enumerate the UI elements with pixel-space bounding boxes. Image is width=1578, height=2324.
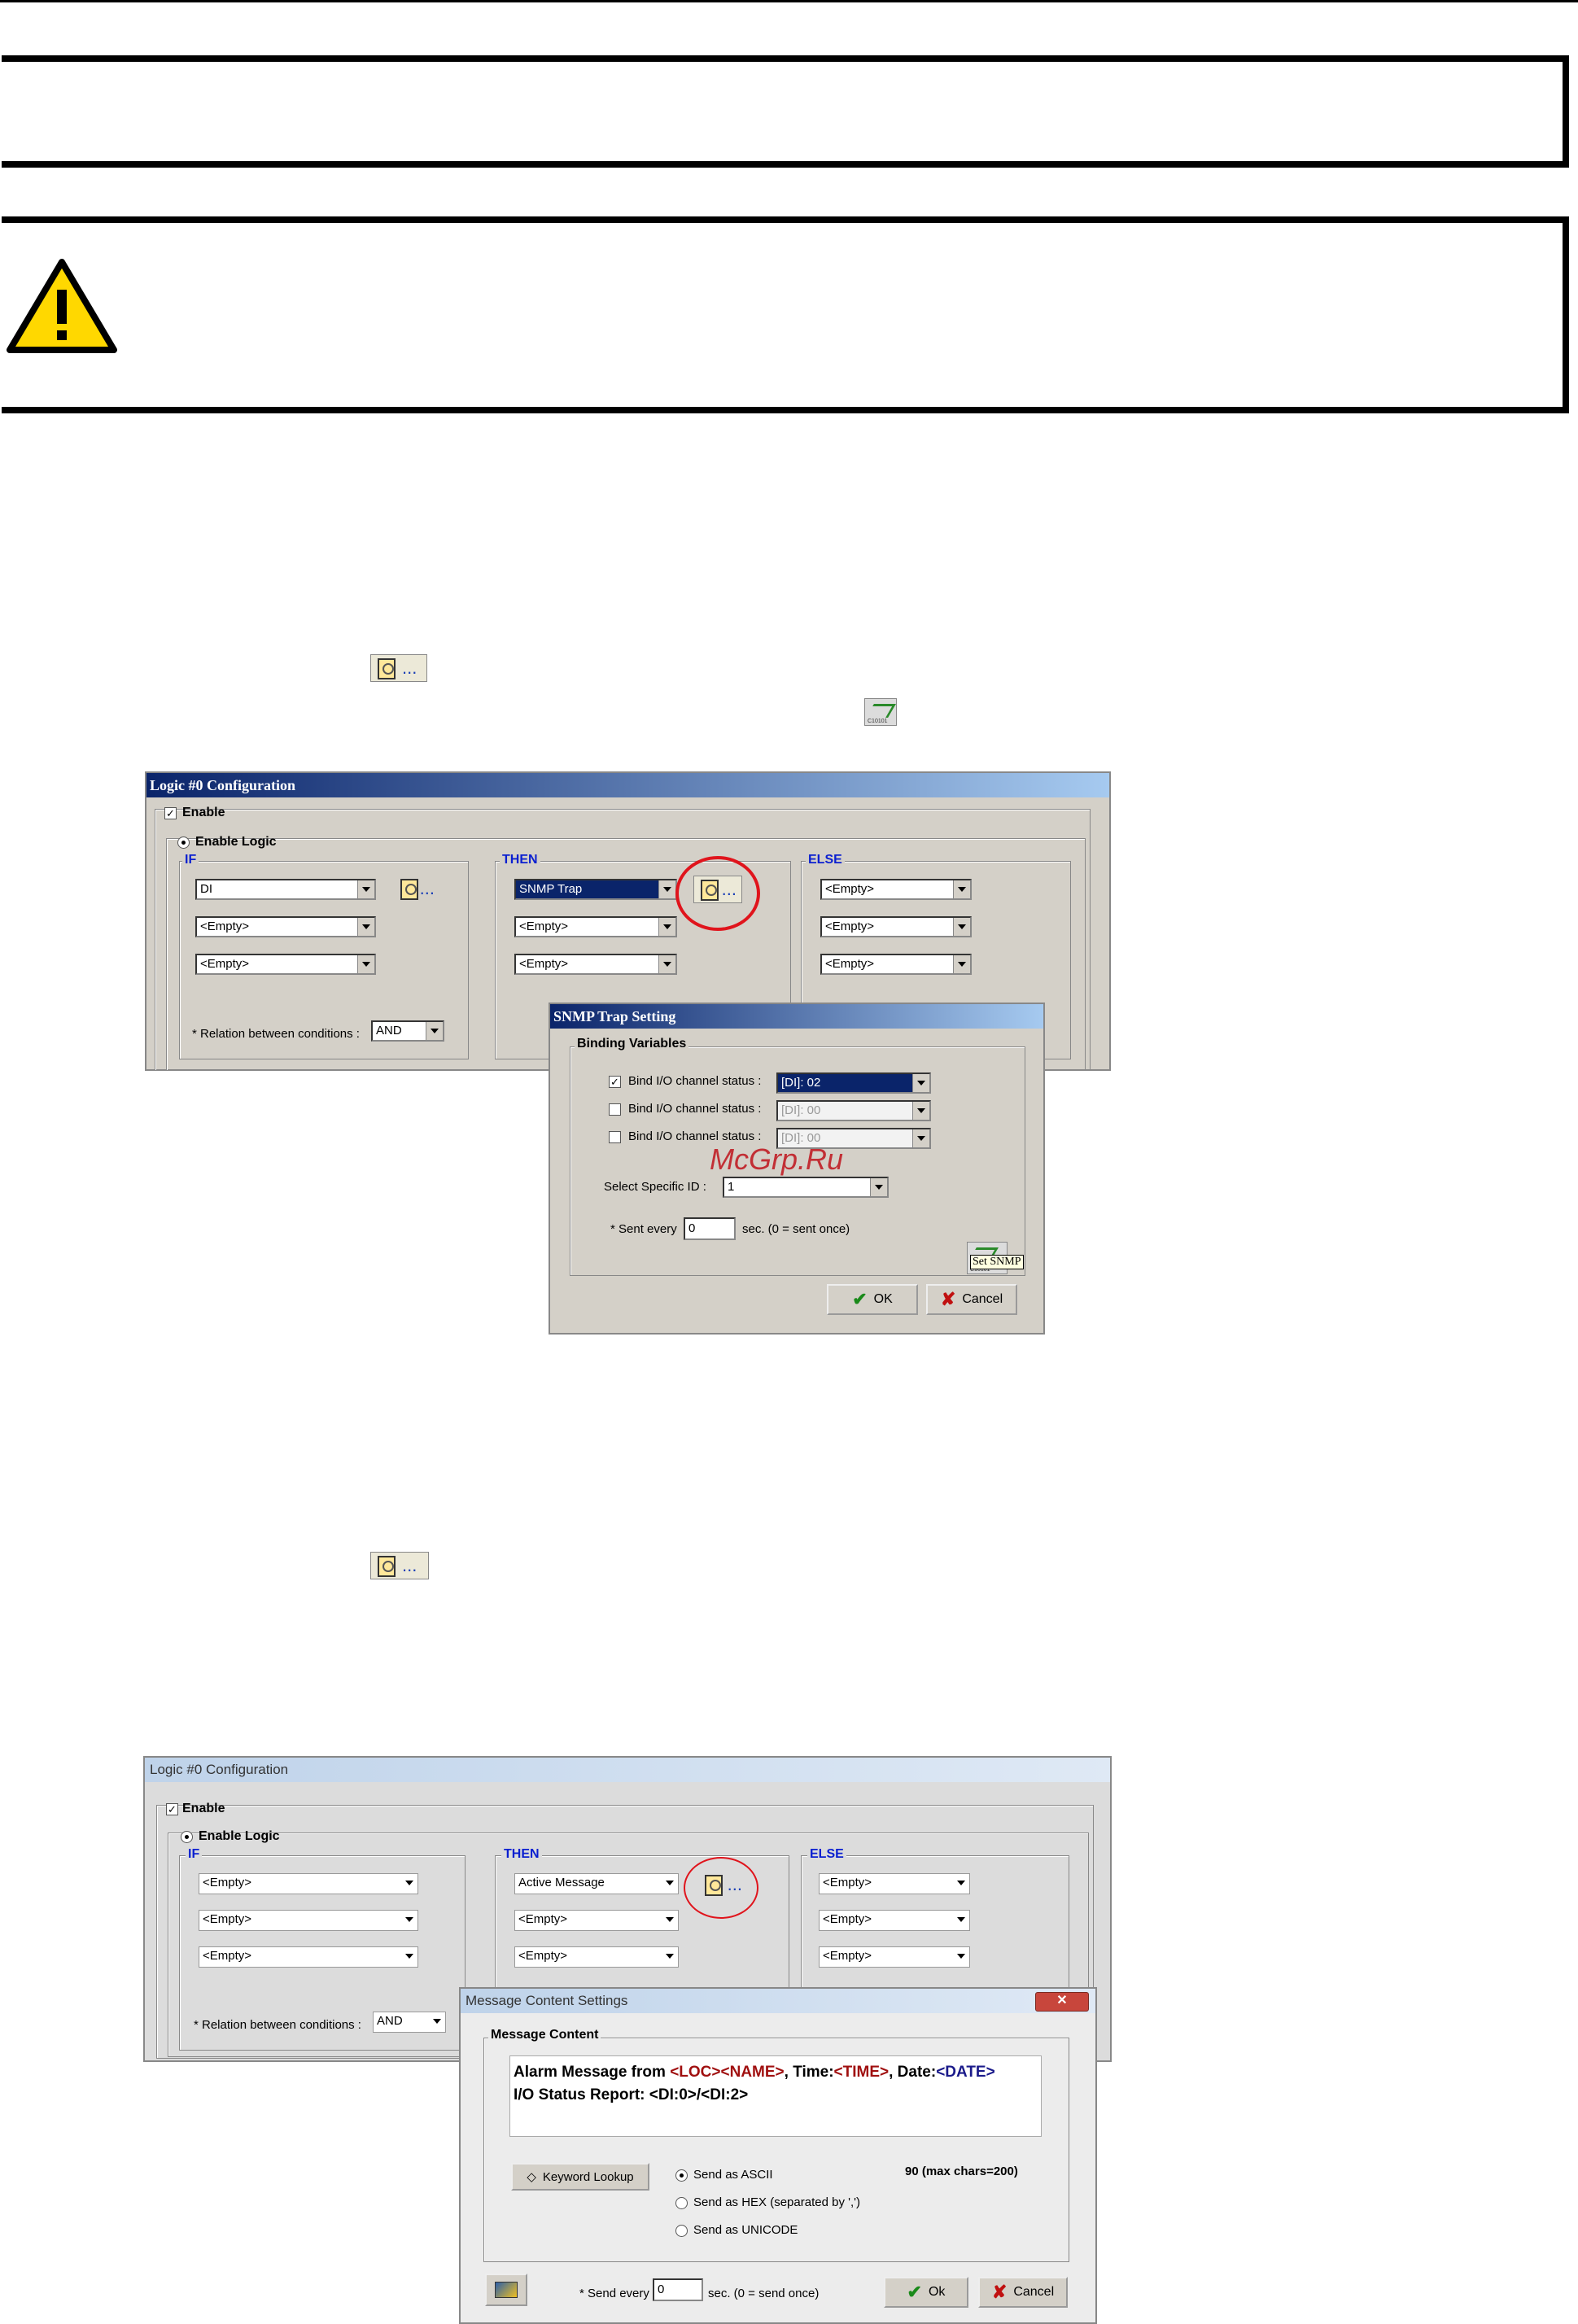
document-icon [376,657,397,679]
ok-button[interactable]: ✔ OK [827,1284,918,1315]
if-select-2-1[interactable]: <Empty> [199,1873,418,1894]
send-icon-button[interactable] [485,2274,527,2306]
else-label-2: ELSE [807,1847,846,1862]
bind-checkbox-3[interactable] [609,1131,621,1143]
bind-label-1: Bind I/O channel status : [628,1074,762,1088]
send-hex-label: Send as HEX (separated by ',') [693,2195,860,2209]
if-select-2[interactable]: <Empty> [195,916,376,937]
relation-select[interactable]: AND [371,1020,444,1042]
check-icon: ✔ [852,1289,868,1309]
else-select-2-2[interactable]: <Empty> [819,1910,970,1931]
message-textarea[interactable]: Alarm Message from <LOC><NAME>, Time:<TI… [509,2055,1042,2137]
send-every-input[interactable]: 0 [653,2278,703,2301]
if-select-2-3[interactable]: <Empty> [199,1946,418,1968]
bind-checkbox-1[interactable]: ✓ [609,1076,621,1088]
snmp-trap-dialog: SNMP Trap Setting Binding Variables ✓ Bi… [549,1003,1045,1335]
bind-label-2: Bind I/O channel status : [628,1102,762,1116]
char-count: 90 (max chars=200) [905,2165,1018,2178]
relation-label-2: * Relation between conditions : [194,2018,361,2032]
enable-logic-label: Enable Logic [195,835,277,849]
send-ascii-label: Send as ASCII [693,2168,773,2182]
top-rule [0,0,1578,2]
then-select-3[interactable]: <Empty> [514,954,677,975]
sent-every-input[interactable]: 0 [684,1217,736,1240]
setting-button-icon-2: ... [370,1552,429,1579]
then-select-2-1[interactable]: Active Message [514,1873,679,1894]
send-unicode-radio[interactable] [675,2225,688,2237]
close-button[interactable]: ✕ [1035,1992,1089,2012]
cancel-button[interactable]: ✘ Cancel [926,1284,1017,1315]
message-line-2: I/O Status Report: <DI:0>/<DI:2> [514,2086,749,2103]
if-setting-button[interactable]: ... [394,876,439,902]
message-icon [495,2282,518,2298]
bind-label-3: Bind I/O channel status : [628,1129,762,1143]
enable-logic-label-2: Enable Logic [199,1829,280,1843]
sent-every-suffix: sec. (0 = sent once) [742,1222,850,1236]
warning-icon [7,259,117,353]
x-icon: ✘ [991,2282,1008,2302]
send-every-label: * Send every [579,2287,649,2300]
if-label: IF [182,853,199,867]
send-every-suffix: sec. (0 = send once) [708,2287,820,2300]
bind-checkbox-2[interactable] [609,1103,621,1116]
then-select-2-2[interactable]: <Empty> [514,1910,679,1931]
relation-select-2[interactable]: AND [373,2012,446,2033]
enable-logic-radio[interactable] [177,837,190,849]
else-select-1[interactable]: <Empty> [820,879,972,900]
window-title: Logic #0 Configuration [146,773,1109,797]
then-select-1[interactable]: SNMP Trap [514,879,677,900]
if-select-1[interactable]: DI [195,879,376,900]
setting-button-icon: ... [370,654,427,682]
window-title-2: Logic #0 Configuration [145,1758,1110,1782]
enable-checkbox-2[interactable]: ✓ [166,1803,178,1815]
close-icon: ✕ [1056,1994,1068,2007]
keyword-lookup-button[interactable]: ◇ Keyword Lookup [511,2163,649,2191]
send-hex-radio[interactable] [675,2197,688,2209]
else-select-3[interactable]: <Empty> [820,954,972,975]
else-label: ELSE [806,853,845,867]
message-line-1: Alarm Message from <LOC><NAME>, Time:<TI… [514,2064,995,2081]
set-snmp-tooltip: Set SNMP [970,1255,1024,1269]
else-select-2-1[interactable]: <Empty> [819,1873,970,1894]
binding-label: Binding Variables [575,1037,689,1051]
then-select-2[interactable]: <Empty> [514,916,677,937]
x-icon: ✘ [940,1289,956,1309]
tag-icon: ◇ [527,2170,536,2184]
relation-label: * Relation between conditions : [192,1027,360,1041]
else-select-2[interactable]: <Empty> [820,916,972,937]
enable-logic-radio-2[interactable] [181,1831,193,1843]
then-select-2-3[interactable]: <Empty> [514,1946,679,1968]
document-icon [399,877,418,900]
snmp-icon [864,698,897,726]
note-box [2,55,1569,168]
msg-dialog-title: Message Content Settings [461,1989,1095,2013]
msg-cancel-button[interactable]: ✘ Cancel [978,2277,1068,2308]
watermark: McGrp.Ru [710,1142,844,1176]
message-content-label: Message Content [488,2028,601,2042]
if-select-3[interactable]: <Empty> [195,954,376,975]
enable-label-2: Enable [182,1802,225,1815]
enable-checkbox[interactable]: ✓ [164,807,177,819]
check-icon: ✔ [907,2282,922,2302]
specific-id-select[interactable]: 1 [723,1177,889,1198]
message-content-dialog: Message Content Settings ✕ Message Conte… [459,1987,1097,2324]
highlight-circle [675,856,760,931]
msg-ok-button[interactable]: ✔ Ok [884,2277,968,2308]
warning-box [2,216,1569,413]
specific-id-label: Select Specific ID : [604,1180,706,1194]
send-unicode-label: Send as UNICODE [693,2223,798,2237]
else-select-2-3[interactable]: <Empty> [819,1946,970,1968]
highlight-circle-2 [684,1857,758,1919]
if-select-2-2[interactable]: <Empty> [199,1910,418,1931]
bind-select-1[interactable]: [DI]: 02 [776,1072,931,1094]
enable-label: Enable [182,806,225,819]
document-icon [376,1554,397,1577]
sent-every-label: * Sent every [610,1222,677,1236]
send-ascii-radio[interactable] [675,2169,688,2182]
if-label-2: IF [186,1847,203,1862]
dialog-title: SNMP Trap Setting [550,1004,1043,1029]
then-label: THEN [500,853,540,867]
bind-select-2[interactable]: [DI]: 00 [776,1100,931,1121]
then-label-2: THEN [501,1847,542,1862]
